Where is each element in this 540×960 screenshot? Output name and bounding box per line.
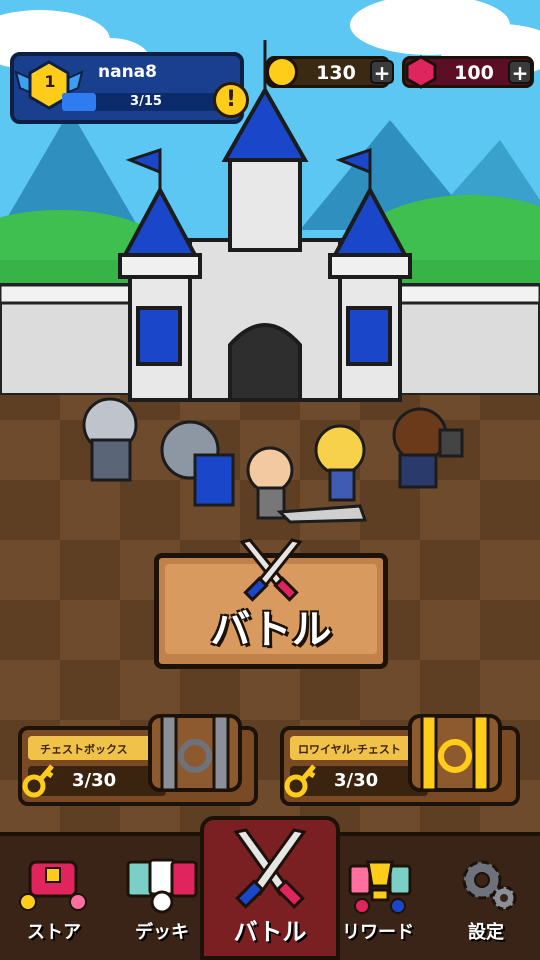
- gem-icon: [405, 55, 437, 89]
- gold-value: 130: [316, 62, 356, 84]
- royal-chest-title: ロワイヤル·チェスト: [298, 743, 401, 756]
- gold-coin-icon: [266, 56, 298, 88]
- nav-label-deck: デッキ: [135, 922, 189, 943]
- nav-label-store: ストア: [27, 922, 81, 943]
- xp-text: 3/15: [130, 94, 162, 109]
- exclamation-icon: !: [225, 87, 237, 112]
- nav-label-battle: バトル: [233, 918, 307, 946]
- add-gold-button[interactable]: +: [370, 60, 394, 84]
- notification-button[interactable]: !: [213, 82, 249, 118]
- nav-label-settings: 設定: [468, 922, 504, 943]
- crossed-swords-icon: [239, 538, 303, 602]
- store-icon: [19, 860, 87, 911]
- royal-chest-count: 3/30: [334, 770, 379, 791]
- swords-icon: [233, 828, 307, 909]
- key-icon: [284, 764, 316, 798]
- add-gems-button[interactable]: +: [508, 60, 532, 84]
- reward-icon: [348, 860, 412, 914]
- royal-chest-icon: [408, 714, 502, 792]
- battle-button-label: バトル: [210, 607, 332, 653]
- key-icon: [22, 764, 54, 798]
- chest-box-count: 3/30: [72, 770, 117, 791]
- chest-box-title: チェストボックス: [40, 743, 128, 756]
- player-level: 1: [44, 72, 56, 91]
- deck-icon: [126, 858, 198, 914]
- gear-icon: [462, 860, 517, 911]
- nav-label-reward: リワード: [342, 922, 414, 943]
- player-name: nana8: [98, 62, 157, 82]
- gem-value: 100: [454, 62, 494, 84]
- wooden-chest-icon: [148, 714, 242, 792]
